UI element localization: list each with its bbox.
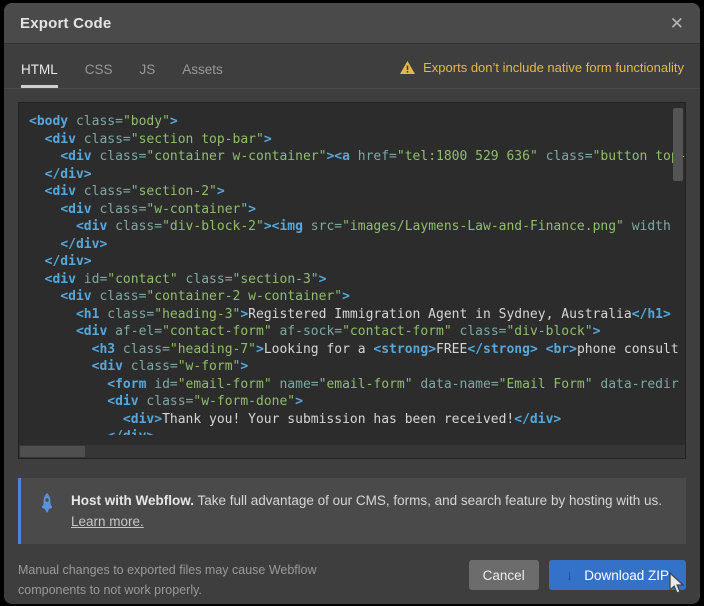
tab-bar: HTML CSS JS Assets Exports don’t include… (4, 44, 700, 89)
footer-buttons: Cancel ↓ Download ZIP (469, 560, 686, 590)
host-with-webflow-banner: Host with Webflow. Take full advantage o… (18, 478, 686, 544)
disclaimer-text: Manual changes to exported files may cau… (18, 560, 317, 600)
host-banner-text: Host with Webflow. Take full advantage o… (71, 490, 662, 532)
disclaimer-line-1: Manual changes to exported files may cau… (18, 563, 317, 577)
tab-css[interactable]: CSS (85, 62, 113, 88)
download-arrow-icon: ↓ (566, 567, 574, 584)
rocket-icon (38, 493, 56, 518)
export-code-modal: Export Code ✕ HTML CSS JS Assets Exports… (4, 3, 700, 604)
horizontal-scrollbar-thumb[interactable] (20, 446, 85, 457)
modal-footer: Manual changes to exported files may cau… (18, 560, 686, 600)
horizontal-scrollbar-track[interactable] (19, 445, 685, 458)
tab-assets[interactable]: Assets (182, 62, 223, 88)
download-zip-button[interactable]: ↓ Download ZIP (549, 560, 686, 590)
form-warning: Exports don’t include native form functi… (400, 60, 684, 86)
tab-html[interactable]: HTML (21, 62, 58, 88)
disclaimer-line-2: components to not work properly. (18, 583, 202, 597)
cancel-button[interactable]: Cancel (469, 560, 539, 590)
warning-triangle-icon (400, 61, 415, 74)
host-banner-bold: Host with Webflow. (71, 493, 194, 508)
vertical-scrollbar-thumb[interactable] (673, 108, 683, 181)
modal-title: Export Code (20, 15, 111, 32)
host-banner-body: Take full advantage of our CMS, forms, a… (194, 493, 662, 508)
close-icon[interactable]: ✕ (670, 15, 684, 32)
code-editor[interactable]: <body class="body"> <div class="section … (18, 102, 686, 459)
tab-js[interactable]: JS (140, 62, 156, 88)
modal-header: Export Code ✕ (4, 3, 700, 44)
download-zip-label: Download ZIP (584, 568, 669, 583)
code-content: <body class="body"> <div class="section … (19, 103, 685, 435)
learn-more-link[interactable]: Learn more. (71, 511, 144, 532)
warning-text: Exports don’t include native form functi… (423, 60, 684, 75)
